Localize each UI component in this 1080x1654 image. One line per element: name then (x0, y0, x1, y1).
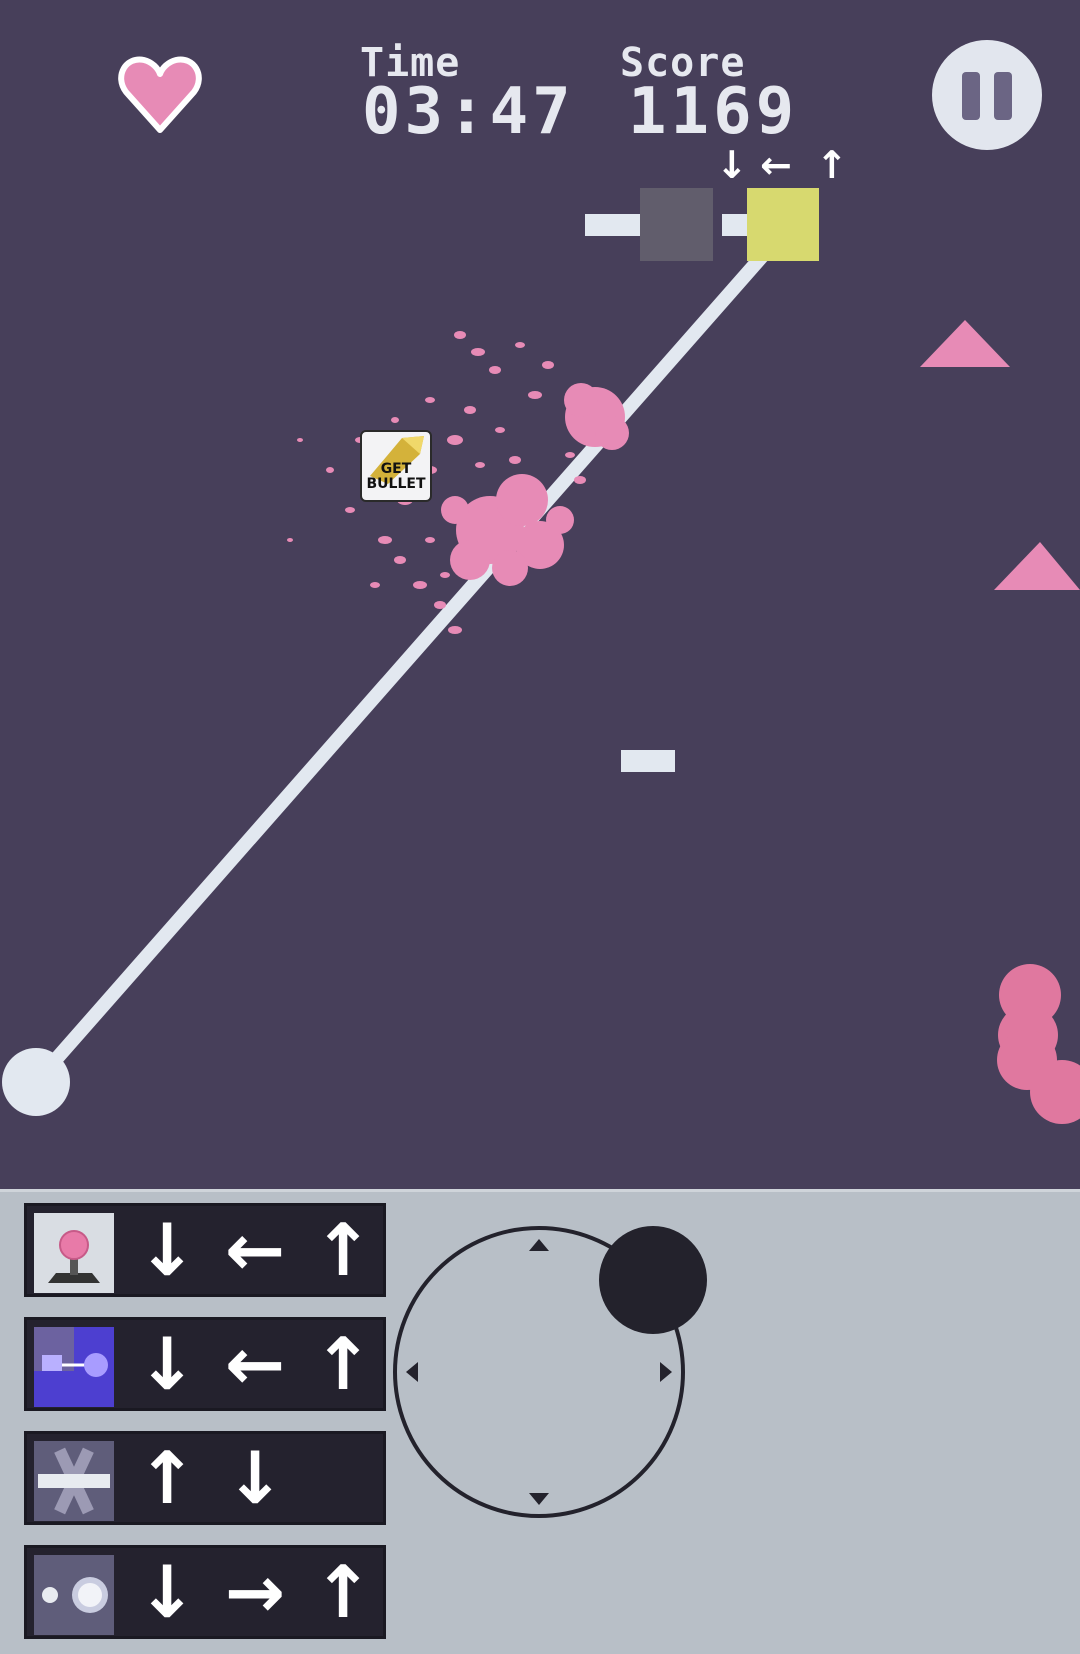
game-scene (2, 188, 1080, 1124)
command-arrow: ↑ (312, 1550, 374, 1634)
pickup-label-line1: GET (380, 461, 412, 477)
get-bullet-pickup: GET BULLET (360, 430, 432, 502)
pickup-label-line2: BULLET (366, 476, 426, 492)
wall-segment (722, 214, 748, 236)
spin-cross-icon (34, 1441, 114, 1521)
command-arrow: ↓ (136, 1208, 198, 1292)
command-arrow: ← (224, 1322, 286, 1406)
inactive-block (640, 188, 713, 261)
explosion-splatter (287, 331, 629, 634)
active-block (747, 188, 819, 261)
joystick-knob[interactable] (599, 1226, 707, 1334)
platform (621, 750, 675, 772)
command-arrow: ← (224, 1208, 286, 1292)
shot-icon (34, 1555, 114, 1635)
heart-icon (118, 52, 202, 136)
blob-enemy (997, 964, 1080, 1124)
command-arrow: ↓ (136, 1550, 198, 1634)
sequence-arrow: ← (760, 143, 792, 187)
sequence-arrow: ↓ (716, 143, 748, 187)
pause-icon-bar (994, 72, 1012, 120)
swing-block-icon (34, 1327, 114, 1407)
playfield: Time 03:47 Score 1169 ↓ ← ↑ GET BULLET (0, 0, 1080, 1185)
pause-icon (962, 72, 980, 120)
joystick-down-icon (529, 1493, 549, 1505)
joystick-icon (34, 1213, 114, 1293)
command-arrow: → (224, 1550, 286, 1634)
time-value: 03:47 (362, 75, 575, 149)
score-value: 1169 (628, 75, 799, 149)
rail-anchor (2, 1048, 70, 1116)
sequence-arrow: ↑ (816, 143, 848, 187)
wall-segment (585, 214, 640, 236)
command-arrow: ↑ (136, 1436, 198, 1520)
command-row-shot[interactable]: ↓ → ↑ (24, 1545, 386, 1639)
joystick-up-icon (529, 1239, 549, 1251)
command-arrow: ↓ (136, 1322, 198, 1406)
command-row-swing-block[interactable]: ↓ ← ↑ (24, 1317, 386, 1411)
joystick-left-icon (406, 1362, 418, 1382)
command-arrow: ↑ (312, 1322, 374, 1406)
command-arrow: ↓ (224, 1436, 286, 1520)
command-row-spin-cross[interactable]: ↑ ↓ (24, 1431, 386, 1525)
pause-button[interactable] (932, 40, 1042, 150)
joystick-right-icon (660, 1362, 672, 1382)
triangle-enemy (994, 542, 1080, 590)
command-arrow: ↑ (312, 1208, 374, 1292)
command-row-joystick[interactable]: ↓ ← ↑ (24, 1203, 386, 1297)
laser-rail (29, 246, 772, 1089)
triangle-enemy (920, 320, 1010, 367)
